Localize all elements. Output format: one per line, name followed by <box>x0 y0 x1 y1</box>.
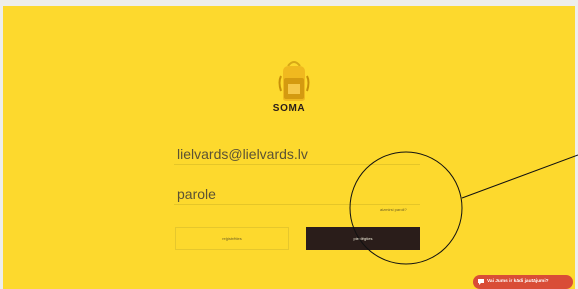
forgot-password-link[interactable]: aizmirsi paroli? <box>380 207 407 212</box>
register-button[interactable]: reģistrēties <box>175 227 289 250</box>
backpack-logo-icon <box>278 61 310 101</box>
password-input[interactable]: parole <box>174 183 420 205</box>
brand-name: SOMA <box>272 103 306 114</box>
chat-widget-label: Vai Jums ir kādi jautājumi? <box>487 279 549 284</box>
chat-bubble-icon <box>478 279 484 285</box>
email-input[interactable]: lielvards@lielvards.lv <box>174 143 420 165</box>
login-page: SOMA lielvards@lielvards.lv parole aizmi… <box>3 6 575 289</box>
login-button[interactable]: pieslēgties <box>306 227 420 250</box>
chat-widget-button[interactable]: Vai Jums ir kādi jautājumi? <box>473 275 573 289</box>
